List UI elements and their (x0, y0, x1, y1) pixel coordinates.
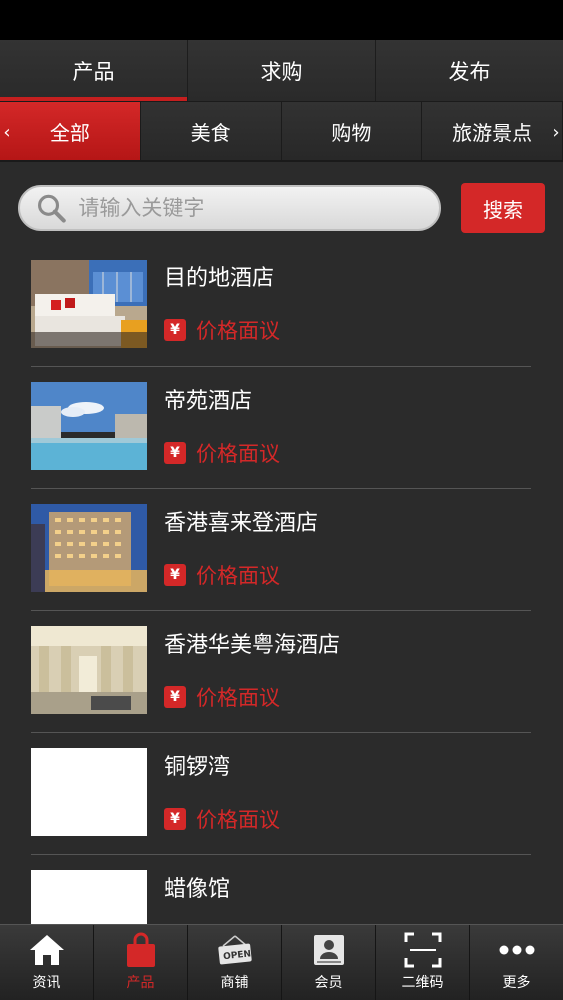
item-name: 蜡像馆 (164, 877, 231, 902)
nav-label: 资讯 (32, 975, 61, 991)
item-name: 帝苑酒店 (164, 389, 253, 414)
top-tabs: 产品 求购 发布 (0, 40, 563, 102)
placeholder-image (31, 748, 147, 836)
tab-purchase-requests[interactable]: 求购 (188, 40, 376, 101)
qr-scan-icon (403, 932, 443, 968)
pool-image (31, 382, 147, 470)
hotel-building-image (31, 504, 147, 592)
list-item[interactable]: 香港喜来登酒店 ¥ 价格面议 (31, 489, 531, 611)
item-name: 铜锣湾 (164, 755, 231, 780)
more-icon (497, 932, 537, 968)
item-price: ¥ 价格面议 (164, 315, 280, 345)
home-icon (27, 932, 67, 968)
yen-icon: ¥ (164, 686, 186, 708)
list-item[interactable]: 铜锣湾 ¥ 价格面议 (31, 733, 531, 855)
shopping-bag-icon (121, 932, 161, 968)
item-name: 香港喜来登酒店 (164, 511, 319, 536)
nav-products[interactable]: 产品 (94, 925, 188, 1000)
nav-news[interactable]: 资讯 (0, 925, 94, 1000)
list-item[interactable]: 帝苑酒店 ¥ 价格面议 (31, 367, 531, 489)
scroll-right-icon[interactable]: › (549, 102, 563, 162)
nav-label: 商铺 (220, 975, 249, 991)
price-text: 价格面议 (196, 808, 280, 832)
search-input[interactable] (78, 196, 439, 220)
product-list: 目的地酒店 ¥ 价格面议 帝苑酒店 ¥ 价格面议 香港喜来登酒店 ¥ 价格面议 … (0, 254, 563, 977)
open-sign-icon: OPEN (215, 932, 255, 968)
search-box[interactable] (18, 185, 441, 231)
nav-members[interactable]: 会员 (282, 925, 376, 1000)
search-icon (38, 194, 66, 223)
item-price: ¥ 价格面议 (164, 804, 280, 834)
item-name: 目的地酒店 (164, 266, 275, 291)
list-item[interactable]: 目的地酒店 ¥ 价格面议 (31, 254, 531, 367)
item-price: ¥ 价格面议 (164, 438, 280, 468)
category-all[interactable]: 全部 (0, 102, 141, 160)
category-strip: ‹ 全部 美食 购物 旅游景点 › (0, 102, 563, 162)
nav-label: 会员 (314, 975, 343, 991)
yen-icon: ¥ (164, 808, 186, 830)
nav-label: 产品 (126, 975, 155, 991)
nav-label: 二维码 (401, 975, 444, 991)
price-text: 价格面议 (196, 442, 280, 466)
nav-more[interactable]: 更多 (470, 925, 563, 1000)
yen-icon: ¥ (164, 564, 186, 586)
yen-icon: ¥ (164, 319, 186, 341)
search-bar: 搜索 (0, 162, 563, 254)
item-info: 香港喜来登酒店 ¥ 价格面议 (164, 489, 318, 610)
item-info: 铜锣湾 ¥ 价格面议 (164, 733, 280, 854)
nav-label: 更多 (502, 975, 531, 991)
item-name: 香港华美粤海酒店 (164, 633, 341, 658)
price-text: 价格面议 (196, 564, 280, 588)
item-info: 目的地酒店 ¥ 价格面议 (164, 254, 280, 366)
nav-qrcode[interactable]: 二维码 (376, 925, 470, 1000)
hotel-lobby-image (31, 626, 147, 714)
item-price: ¥ 价格面议 (164, 682, 340, 712)
price-text: 价格面议 (196, 319, 280, 343)
member-card-icon (309, 932, 349, 968)
bottom-nav: 资讯 产品 OPEN 商铺 会员 二维码 更多 (0, 924, 563, 1000)
search-button[interactable]: 搜索 (461, 183, 545, 233)
category-food[interactable]: 美食 (140, 102, 282, 160)
status-bar (0, 0, 563, 40)
item-info: 帝苑酒店 ¥ 价格面议 (164, 367, 280, 488)
category-shopping[interactable]: 购物 (281, 102, 423, 160)
tab-publish[interactable]: 发布 (376, 40, 563, 101)
tab-products[interactable]: 产品 (0, 40, 188, 101)
nav-shops[interactable]: OPEN 商铺 (188, 925, 282, 1000)
yen-icon: ¥ (164, 442, 186, 464)
item-info: 香港华美粤海酒店 ¥ 价格面议 (164, 611, 340, 732)
hotel-room-image (31, 260, 147, 348)
list-item[interactable]: 香港华美粤海酒店 ¥ 价格面议 (31, 611, 531, 733)
category-tourism[interactable]: 旅游景点 (422, 102, 563, 160)
scroll-left-icon[interactable]: ‹ (0, 102, 14, 162)
price-text: 价格面议 (196, 686, 280, 710)
item-price: ¥ 价格面议 (164, 560, 318, 590)
